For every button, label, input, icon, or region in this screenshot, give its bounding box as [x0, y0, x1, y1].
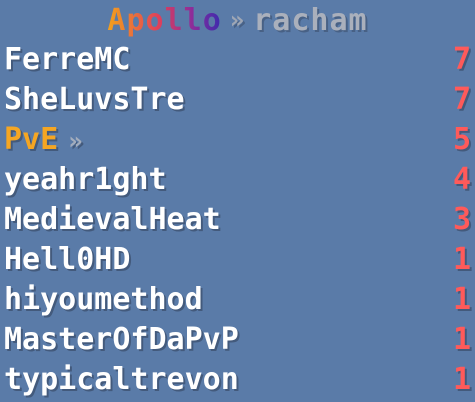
player-name: typicaltrevon — [4, 362, 239, 397]
player-score: 1 — [452, 362, 471, 397]
player-name: MedievalHeat — [4, 202, 221, 237]
player-name: MasterOfDaPvP — [4, 322, 239, 357]
player-score: 7 — [452, 42, 471, 77]
player-score: 3 — [452, 202, 471, 237]
player-score: 1 — [452, 282, 471, 317]
player-name: SheLuvsTre — [4, 82, 185, 117]
scoreboard-row: MedievalHeat 3 — [4, 200, 471, 240]
scoreboard-title: Apollo » racham — [4, 0, 471, 40]
player-name: Hell0HD — [4, 242, 131, 277]
server-name: racham — [253, 2, 368, 38]
brand-name: Apollo — [107, 2, 222, 38]
player-name: PvE — [4, 121, 59, 157]
scoreboard-row: typicaltrevon 1 — [4, 360, 471, 400]
scoreboard-row: yeahr1ght 4 — [4, 160, 471, 200]
scoreboard-row: FerreMC 7 — [4, 40, 471, 80]
scoreboard-row: SheLuvsTre 7 — [4, 80, 471, 120]
scoreboard-row: hiyoumethod 1 — [4, 280, 471, 320]
player-score: 4 — [452, 162, 471, 197]
player-score: 7 — [452, 82, 471, 117]
scoreboard: Apollo » racham FerreMC 7 SheLuvsTre 7 P… — [0, 0, 475, 402]
player-score: 1 — [452, 322, 471, 357]
player-name-group: PvE » — [4, 120, 83, 161]
player-score: 1 — [452, 242, 471, 277]
title-separator: » — [229, 6, 246, 34]
player-score: 5 — [452, 122, 471, 157]
row-separator: » — [68, 126, 83, 155]
player-name: hiyoumethod — [4, 282, 203, 317]
scoreboard-row: MasterOfDaPvP 1 — [4, 320, 471, 360]
player-name: FerreMC — [4, 42, 131, 77]
scoreboard-row: Hell0HD 1 — [4, 240, 471, 280]
scoreboard-row: PvE » 5 — [4, 120, 471, 160]
player-name: yeahr1ght — [4, 162, 167, 197]
